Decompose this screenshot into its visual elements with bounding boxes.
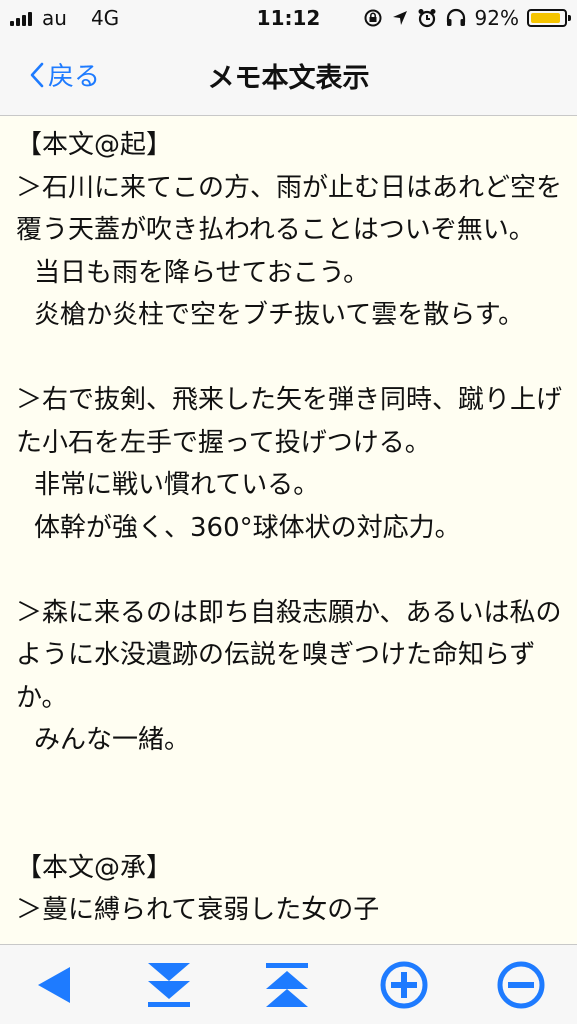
back-triangle-icon bbox=[38, 967, 70, 1003]
headphones-icon bbox=[446, 8, 465, 26]
zoom-out-button[interactable] bbox=[494, 959, 548, 1011]
memo-blank-line bbox=[16, 804, 568, 847]
memo-line: ＞蔓に縛られて衰弱した女の子 bbox=[16, 895, 380, 925]
previous-button[interactable] bbox=[26, 959, 80, 1011]
navigation-bar: 戻る メモ本文表示 bbox=[0, 36, 577, 116]
memo-line: ＞森に来るのは即ち自殺志願か、あるいは私のように水没遺跡の伝説を嗅ぎつけた命知ら… bbox=[16, 597, 562, 713]
memo-line: 【本文@起】 bbox=[16, 130, 173, 160]
memo-blank-line bbox=[16, 762, 568, 805]
scroll-to-bottom-button[interactable] bbox=[142, 959, 196, 1011]
rotation-lock-icon bbox=[364, 9, 382, 27]
memo-line: 炎槍か炎柱で空をブチ抜いて雲を散らす。 bbox=[34, 300, 525, 330]
location-icon bbox=[392, 11, 407, 25]
memo-body[interactable]: 【本文@起】 ＞石川に来てこの方、雨が止む日はあれど空を覆う天蓋が吹き払われること… bbox=[16, 124, 568, 940]
status-bar: au 4G 11:12 92% bbox=[0, 0, 577, 36]
memo-line: 非常に戦い慣れている。 bbox=[34, 470, 320, 500]
memo-blank-line bbox=[16, 549, 568, 592]
status-right: 92% bbox=[363, 6, 571, 30]
zoom-in-icon bbox=[380, 961, 428, 1009]
battery-icon bbox=[527, 9, 571, 27]
memo-line: 【本文@承】 bbox=[16, 852, 173, 883]
memo-line: ＞石川に来てこの方、雨が止む日はあれど空を覆う天蓋が吹き払われることはついぞ無い… bbox=[16, 172, 563, 246]
page-title: メモ本文表示 bbox=[207, 63, 370, 94]
alarm-icon bbox=[418, 9, 436, 28]
zoom-in-button[interactable] bbox=[377, 959, 431, 1011]
battery-percent: 92% bbox=[474, 6, 519, 30]
scroll-to-bottom-icon bbox=[148, 963, 190, 1007]
scroll-to-top-icon bbox=[266, 963, 308, 1007]
scroll-to-top-button[interactable] bbox=[260, 959, 314, 1011]
memo-line: 当日も雨を降らせておこう。 bbox=[34, 257, 370, 288]
bottom-toolbar bbox=[0, 944, 577, 1024]
memo-line: ＞右で抜剣、飛来した矢を弾き同時、蹴り上げた小石を左手で握って投げつける。 bbox=[16, 385, 563, 458]
zoom-out-icon bbox=[497, 961, 545, 1009]
memo-line: 体幹が強く、360°球体状の対応力。 bbox=[34, 512, 461, 543]
memo-line: みんな一緒。 bbox=[34, 725, 191, 755]
memo-blank-line bbox=[16, 337, 568, 380]
